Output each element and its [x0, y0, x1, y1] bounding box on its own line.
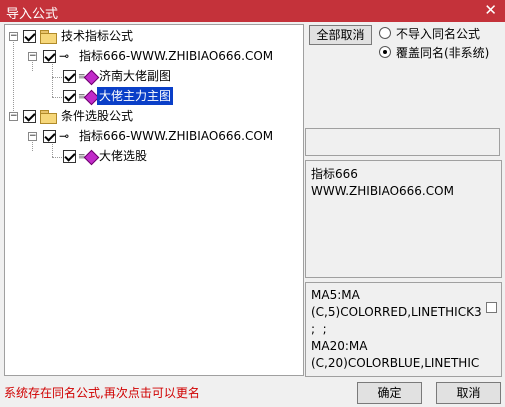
folder-icon [40, 30, 57, 44]
tree-node-label: 大佬选股 [99, 149, 148, 163]
folder-icon [40, 110, 57, 124]
tree-node-formula[interactable]: ≡ 大佬选股 [5, 147, 301, 166]
name-field-panel [305, 128, 500, 156]
formula-diamond-icon [83, 69, 100, 86]
option-checkbox[interactable] [486, 302, 497, 313]
close-icon[interactable]: ✕ [484, 1, 497, 19]
tree-node-formula-group[interactable]: − ⊸ 指标666-WWW.ZHIBIAO666.COM [5, 47, 301, 65]
checkbox[interactable] [23, 30, 36, 43]
formula-diamond-icon [83, 149, 100, 166]
radio-overwrite[interactable] [379, 46, 391, 58]
window-title: 导入公式 [6, 7, 59, 22]
tree-node-label: 指标666-WWW.ZHIBIAO666.COM [79, 129, 274, 143]
key-icon: ⊸ [59, 129, 70, 143]
tree-node-label: 大佬主力主图 [97, 87, 174, 105]
cancel-button[interactable]: 取消 [436, 382, 501, 404]
collapse-icon[interactable]: − [28, 132, 37, 141]
title-bar: 导入公式 ✕ [0, 0, 505, 22]
collapse-icon[interactable]: − [9, 112, 18, 121]
tree-node-label: 条件选股公式 [61, 109, 134, 123]
tree-node-label: 技术指标公式 [61, 29, 134, 43]
collapse-icon[interactable]: − [28, 52, 37, 61]
tree-node-tech-formulas[interactable]: − 技术指标公式 [5, 27, 301, 45]
checkbox[interactable] [43, 50, 56, 63]
description-panel: 指标666 WWW.ZHIBIAO666.COM [305, 160, 502, 278]
checkbox[interactable] [63, 90, 76, 103]
ok-button[interactable]: 确定 [357, 382, 422, 404]
tree-node-label: 指标666-WWW.ZHIBIAO666.COM [79, 49, 274, 63]
radio-overwrite-label: 覆盖同名(非系统) [396, 46, 490, 60]
tree-node-formula-group[interactable]: − ⊸ 指标666-WWW.ZHIBIAO666.COM [5, 127, 301, 145]
collapse-icon[interactable]: − [9, 32, 18, 41]
description-text: 指标666 WWW.ZHIBIAO666.COM [311, 167, 454, 198]
tree-node-formula[interactable]: ≡ 济南大佬副图 [5, 67, 301, 86]
checkbox[interactable] [63, 70, 76, 83]
tree-node-label: 济南大佬副图 [99, 69, 172, 83]
checkbox[interactable] [63, 150, 76, 163]
checkbox[interactable] [43, 130, 56, 143]
radio-no-import-label: 不导入同名公式 [396, 27, 481, 41]
key-icon: ⊸ [59, 49, 70, 63]
checkbox[interactable] [23, 110, 36, 123]
radio-no-import[interactable] [379, 27, 391, 39]
formula-code-text: MA5:MA (C,5)COLORRED,LINETHICK3 ; ; MA20… [311, 288, 482, 370]
tree-node-formula-selected[interactable]: ≡ 大佬主力主图 [5, 87, 301, 106]
status-message: 系统存在同名公式,再次点击可以更名 [4, 386, 200, 400]
formula-code-panel: MA5:MA (C,5)COLORRED,LINETHICK3 ; ; MA20… [305, 282, 502, 377]
formula-tree: − 技术指标公式 − ⊸ 指标666-WWW.ZHIBIAO666.COM ≡ … [4, 24, 304, 376]
tree-node-stock-filters[interactable]: − 条件选股公式 [5, 107, 301, 125]
cancel-all-button[interactable]: 全部取消 [309, 25, 372, 45]
